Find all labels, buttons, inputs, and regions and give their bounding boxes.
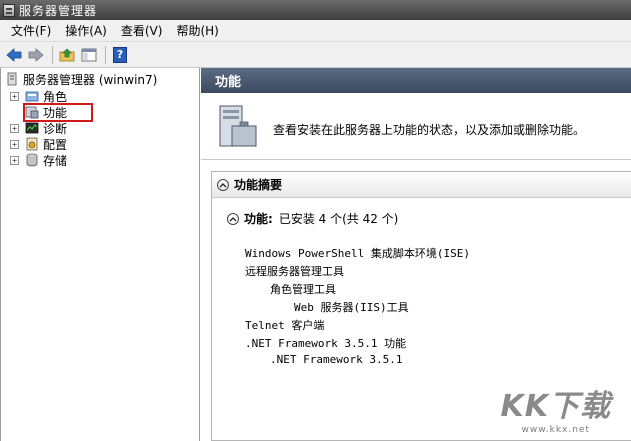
features-banner: 查看安装在此服务器上功能的状态，以及添加或删除功能。 [201,93,631,160]
watermark-logo: KK下载 [500,389,611,424]
tree-root[interactable]: 服务器管理器 (winwin7) [5,71,157,87]
tree-item-label: 存储 [43,153,68,168]
tree-item-configuration[interactable]: + 配置 [10,136,67,152]
feature-item: 远程服务器管理工具 [245,265,344,278]
selection-highlight [23,103,93,122]
feature-item: Web 服务器(IIS)工具 [294,301,409,314]
menu-file[interactable]: 文件(F) [0,22,58,39]
content-header: 功能 [201,68,631,93]
window-title: 服务器管理器 [19,3,98,18]
configuration-icon [25,137,39,151]
expand-toggle[interactable]: + [10,91,19,101]
console-tree: 服务器管理器 (winwin7) + 角色 功能 + 诊断 + 配置 + 存储 [0,68,200,441]
watermark: KK下载 www.kkx.net [501,381,612,435]
up-folder-icon[interactable] [57,45,77,65]
storage-icon [25,153,39,167]
help-icon: ? [113,46,127,63]
toolbar-separator [52,45,53,64]
server-features-icon [218,102,258,152]
tree-item-label: 配置 [43,137,68,152]
section-title: 功能摘要 [234,178,283,192]
summary-label: 功能: [244,212,273,226]
watermark-url: www.kkx.net [521,425,590,435]
server-manager-icon [3,3,15,17]
tree-item-label: 诊断 [43,121,68,136]
collapse-subsection-button[interactable] [227,212,239,225]
expand-toggle[interactable]: + [10,123,19,133]
back-arrow-icon[interactable] [4,45,24,65]
feature-item: .NET Framework 3.5.1 功能 [245,337,407,350]
feature-item: Windows PowerShell 集成脚本环境(ISE) [245,247,470,260]
menu-action[interactable]: 操作(A) [58,22,114,39]
summary-value: 已安装 4 个(共 42 个) [278,212,399,226]
diagnostics-icon [25,121,39,135]
tree-item-label: 角色 [43,89,68,104]
collapse-section-button[interactable] [217,178,229,191]
tree-item-roles[interactable]: + 角色 [10,88,67,104]
toolbar: ? [0,42,631,68]
forward-arrow-icon[interactable] [26,45,46,65]
tree-item-diagnostics[interactable]: + 诊断 [10,120,67,136]
feature-item: 角色管理工具 [270,283,336,296]
expand-toggle[interactable]: + [10,155,19,165]
features-subsection-header[interactable]: 功能: 已安装 4 个(共 42 个) [227,210,398,227]
section-header[interactable]: 功能摘要 [212,172,631,198]
features-description: 查看安装在此服务器上功能的状态，以及添加或删除功能。 [273,123,586,137]
toolbar-separator [105,45,106,64]
menu-view[interactable]: 查看(V) [114,22,170,39]
tree-item-storage[interactable]: + 存储 [10,152,67,168]
menu-bar: 文件(F) 操作(A) 查看(V) 帮助(H) [0,20,631,42]
roles-icon [25,89,39,103]
title-bar: 服务器管理器 [0,0,631,20]
feature-item: .NET Framework 3.5.1 [270,353,403,366]
menu-help[interactable]: 帮助(H) [169,22,225,39]
chevron-up-icon [219,182,227,187]
expand-toggle[interactable]: + [10,139,19,149]
help-button[interactable]: ? [110,45,130,65]
show-hide-console-tree-icon[interactable] [79,45,99,65]
feature-item: Telnet 客户端 [245,319,325,332]
server-manager-icon [5,72,19,86]
chevron-up-icon [229,216,237,221]
tree-root-label: 服务器管理器 (winwin7) [23,72,158,87]
